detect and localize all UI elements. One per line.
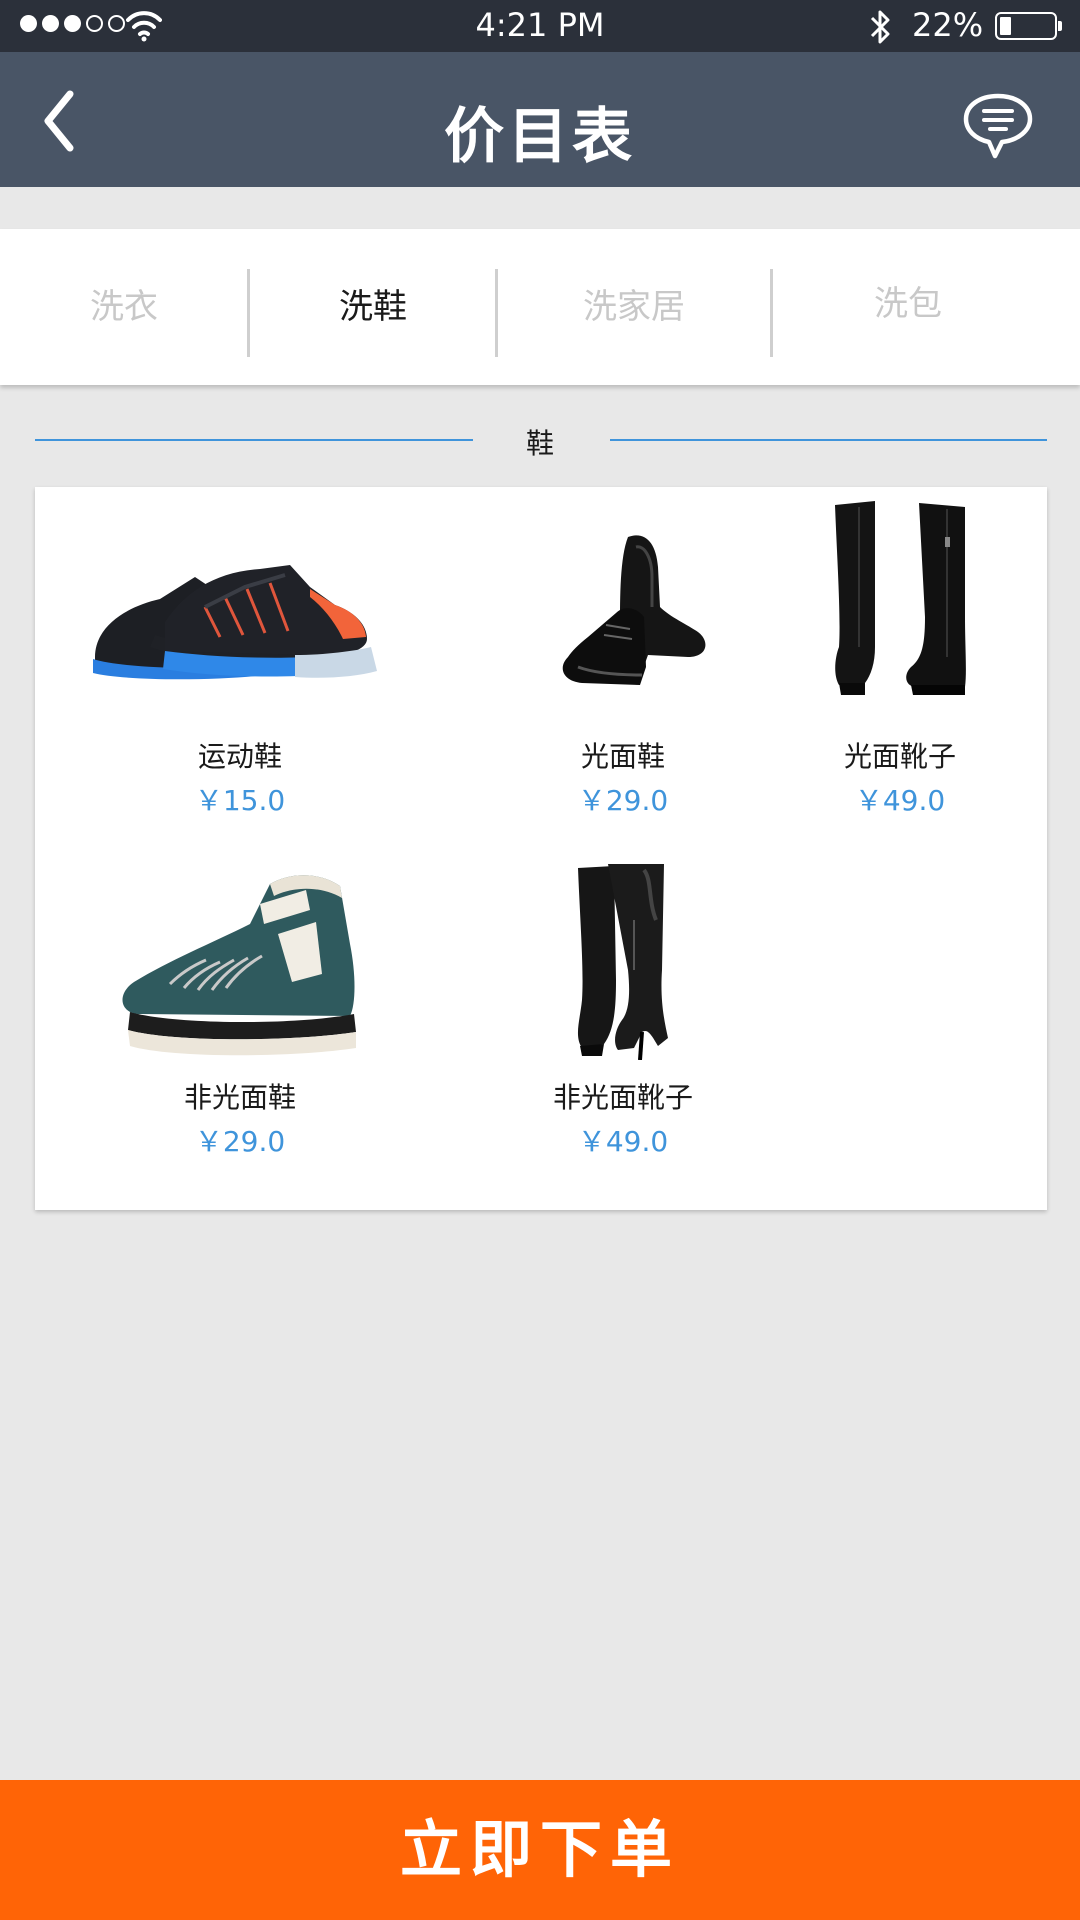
nav-header: 价目表 xyxy=(0,52,1080,187)
product-name: 光面靴子 xyxy=(843,740,956,773)
category-tabs: 洗衣 洗鞋 洗家居 洗包 xyxy=(0,229,1080,385)
section-title: 鞋 xyxy=(525,427,554,460)
section-divider-right xyxy=(610,439,1047,441)
product-price: ￥29.0 xyxy=(194,1125,286,1158)
sneaker-image xyxy=(93,565,377,680)
battery-percent: 22% xyxy=(912,6,984,44)
suede-shoe-image xyxy=(122,875,356,1056)
status-bar: 4:21 PM 22% xyxy=(0,0,1080,52)
product-item[interactable]: 光面靴子 ￥49.0 xyxy=(735,497,1065,837)
product-item[interactable]: 运动鞋 ￥15.0 xyxy=(75,497,405,837)
order-now-button[interactable]: 立即下单 xyxy=(0,1780,1080,1920)
tab-wash-shoes[interactable]: 洗鞋 xyxy=(250,229,496,385)
product-price: ￥49.0 xyxy=(854,784,946,817)
bluetooth-icon xyxy=(870,10,890,44)
page-title: 价目表 xyxy=(444,102,636,172)
leather-shoe-image xyxy=(562,535,706,685)
tab-wash-bags[interactable]: 洗包 xyxy=(773,229,1043,385)
product-name: 非光面靴子 xyxy=(552,1081,693,1114)
product-grid: 运动鞋 ￥15.0 光面鞋 ￥29.0 光面靴子 ￥49.0 非光面鞋 ￥29.… xyxy=(35,487,1047,1210)
suede-boot-image xyxy=(577,864,668,1060)
tab-wash-clothes[interactable]: 洗衣 xyxy=(0,229,248,385)
leather-boot-image xyxy=(835,501,966,695)
tab-wash-home[interactable]: 洗家居 xyxy=(498,229,770,385)
section-divider-left xyxy=(35,439,473,441)
product-name: 运动鞋 xyxy=(197,740,282,773)
battery-icon xyxy=(995,12,1062,40)
product-item[interactable]: 非光面鞋 ￥29.0 xyxy=(75,854,405,1194)
product-price: ￥49.0 xyxy=(577,1125,669,1158)
product-price: ￥15.0 xyxy=(194,784,286,817)
product-item[interactable]: 非光面靴子 ￥49.0 xyxy=(458,854,788,1194)
product-name: 非光面鞋 xyxy=(183,1081,296,1114)
chat-bubble-icon[interactable] xyxy=(962,92,1034,160)
